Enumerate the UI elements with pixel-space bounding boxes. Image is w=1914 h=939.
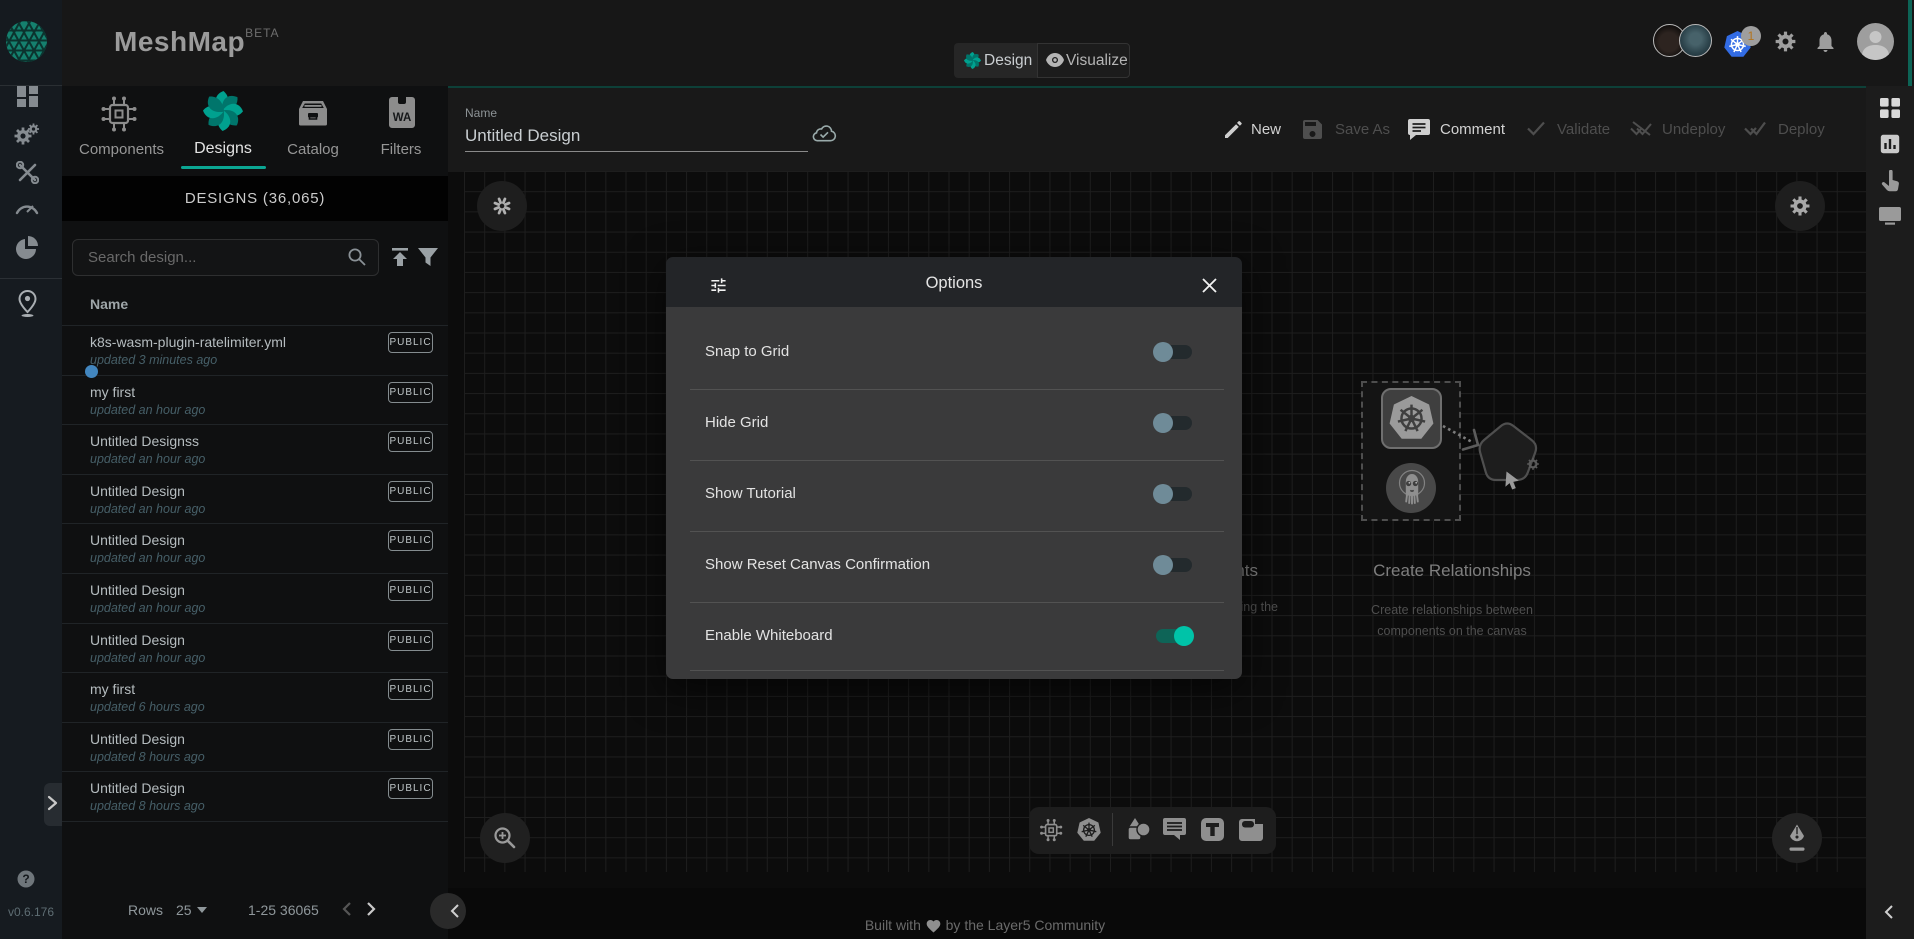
svg-text:?: ? bbox=[22, 872, 29, 886]
svg-text:WA: WA bbox=[393, 112, 412, 124]
